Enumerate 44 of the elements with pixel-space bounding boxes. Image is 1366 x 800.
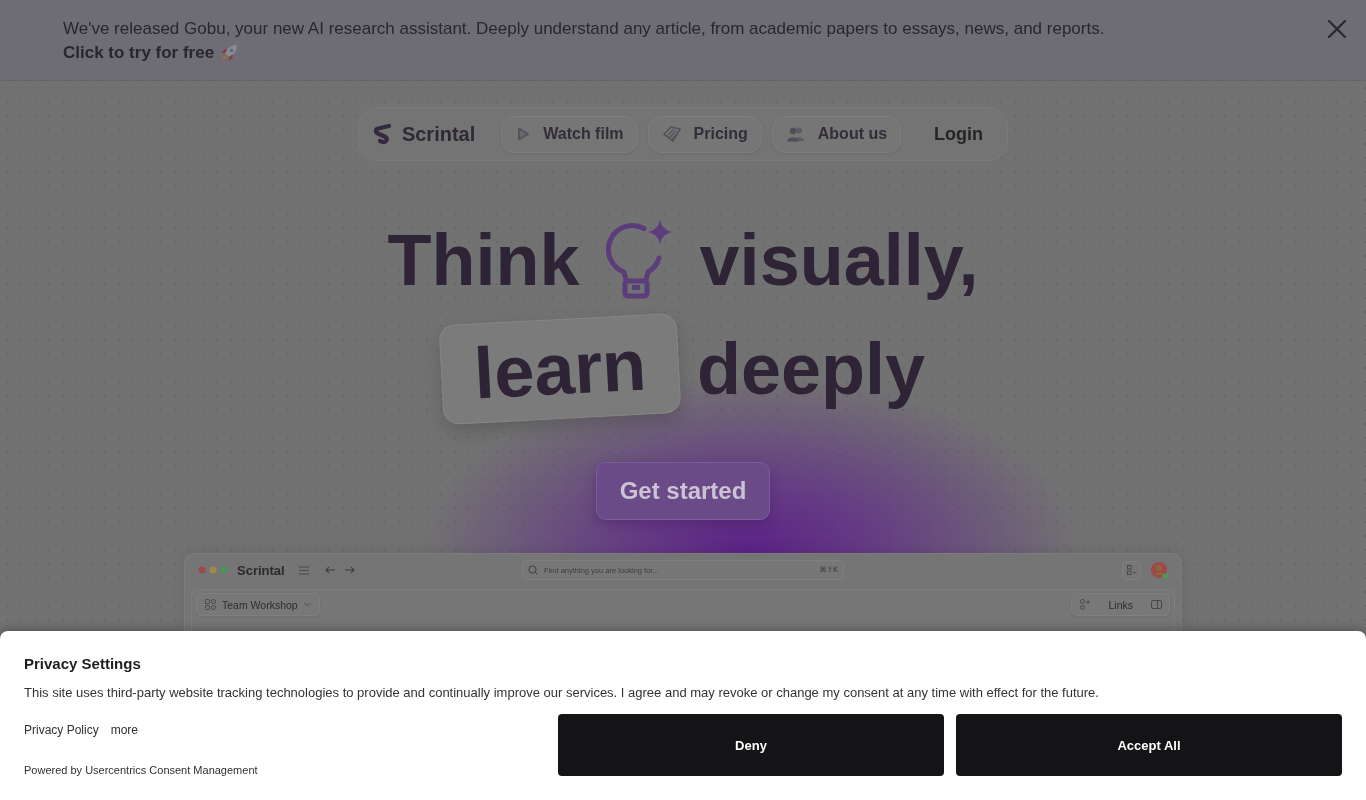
headline-text: Think bbox=[387, 219, 580, 302]
rocket-icon bbox=[219, 43, 240, 63]
forward-arrow-icon bbox=[344, 566, 355, 574]
chevron-down-icon bbox=[303, 602, 311, 607]
accept-all-button[interactable]: Accept All bbox=[956, 714, 1342, 776]
sidebar-button[interactable] bbox=[1149, 597, 1163, 612]
brand-logo[interactable]: Scrintal bbox=[371, 122, 476, 146]
sidebar-icon bbox=[1150, 600, 1162, 609]
layout-icon bbox=[1126, 565, 1137, 575]
app-title: Scrintal bbox=[237, 562, 285, 578]
consent-title: Privacy Settings bbox=[24, 654, 142, 674]
lightbulb-sparkle-icon bbox=[605, 218, 674, 302]
logo-icon bbox=[371, 123, 393, 145]
get-started-button[interactable]: Get started bbox=[595, 462, 771, 520]
shapes-icon bbox=[205, 599, 216, 610]
menu-button[interactable] bbox=[296, 563, 311, 577]
consent-text: This site uses third-party website tracking technologies to provide and continually improve our services. I agree and may revoke or change my consent at any time with effect for the future. bbox=[24, 684, 1100, 702]
deny-button[interactable]: Deny bbox=[558, 714, 944, 776]
highlight-card: learn bbox=[438, 312, 682, 426]
close-button[interactable] bbox=[1327, 19, 1347, 39]
consent-link[interactable]: Privacy Policy bbox=[24, 722, 99, 738]
headline-text: visually, bbox=[699, 219, 979, 302]
try-free-link[interactable]: Click to try for free bbox=[63, 41, 240, 65]
layout-button[interactable] bbox=[1122, 560, 1141, 580]
watch-film-button[interactable]: Watch film bbox=[501, 115, 638, 153]
links-button[interactable]: Links bbox=[1096, 598, 1145, 611]
search-icon bbox=[528, 565, 538, 575]
about-button[interactable]: About us bbox=[771, 115, 902, 153]
powered-by-text: Powered by Usercentrics Consent Management bbox=[24, 763, 258, 777]
avatar-icon bbox=[1150, 561, 1168, 579]
menu-icon bbox=[298, 565, 309, 575]
login-link[interactable]: Login bbox=[911, 123, 1000, 145]
window-controls-icon bbox=[198, 566, 228, 574]
pricing-button[interactable]: Pricing bbox=[647, 115, 762, 153]
back-arrow-icon bbox=[324, 566, 335, 574]
consent-link[interactable]: more bbox=[110, 722, 139, 738]
headline-text: deeply bbox=[697, 328, 926, 411]
nodes-icon bbox=[1080, 599, 1091, 610]
close-icon bbox=[1328, 20, 1346, 38]
users-icon bbox=[785, 126, 806, 142]
tag-icon bbox=[661, 125, 682, 143]
announcement-text: We've released Gobu, your new AI research assistant. Deeply understand any article, from academic papers to essays, news, and reports. bbox=[63, 18, 1105, 40]
play-icon bbox=[515, 126, 532, 142]
workspace-dropdown[interactable]: Team Workshop bbox=[196, 593, 320, 616]
